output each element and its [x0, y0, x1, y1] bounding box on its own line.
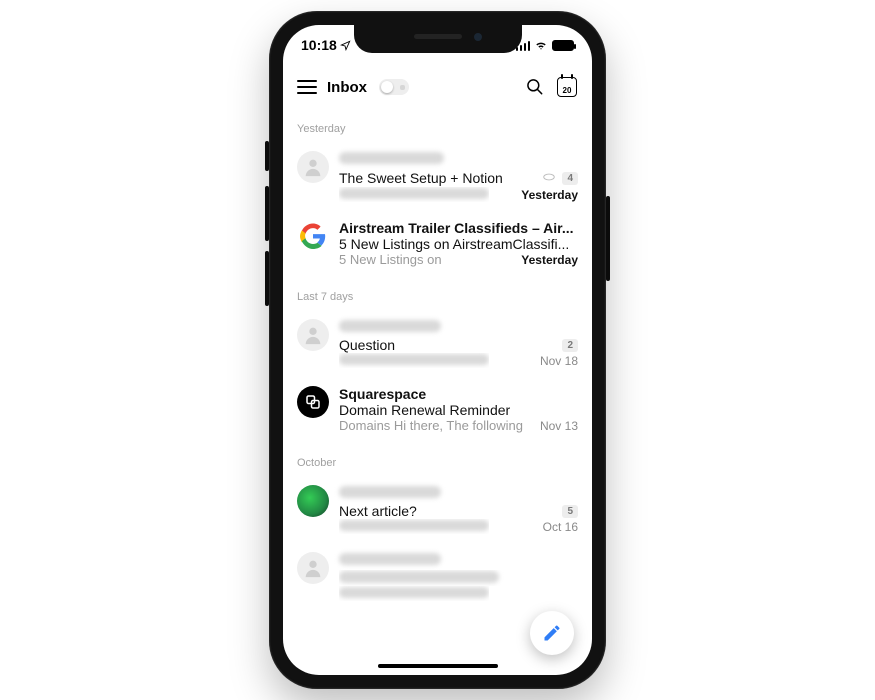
- search-button[interactable]: [524, 76, 546, 98]
- email-sender: Squarespace: [339, 386, 578, 402]
- volume-up-button: [265, 186, 269, 241]
- power-button: [606, 196, 610, 281]
- avatar: [297, 220, 329, 252]
- attachment-icon: [542, 169, 556, 187]
- status-time: 10:18: [301, 37, 337, 53]
- avatar: [297, 151, 329, 183]
- email-preview: 5 New Listings on: [339, 252, 442, 267]
- inbox-title: Inbox: [327, 79, 367, 96]
- email-row[interactable]: Question 2 Nov 18: [283, 311, 592, 378]
- section-header: October: [283, 443, 592, 477]
- email-date: Nov 13: [540, 419, 578, 433]
- battery-icon: [552, 40, 574, 51]
- section-header: Yesterday: [283, 109, 592, 143]
- email-row[interactable]: [283, 544, 592, 611]
- calendar-button[interactable]: 20: [556, 76, 578, 98]
- email-preview: Domains Hi there, The following: [339, 418, 523, 433]
- email-list[interactable]: Yesterday The Sweet Setup + Notion 4 Yester…: [283, 109, 592, 675]
- location-icon: [340, 40, 351, 51]
- email-date: Nov 18: [540, 354, 578, 368]
- email-subject: [339, 570, 578, 586]
- email-subject: 5 New Listings on AirstreamClassifi...: [339, 236, 578, 252]
- email-date: Yesterday: [521, 188, 578, 202]
- thread-count-badge: 4: [562, 172, 578, 185]
- screen: 10:18 Inbox 20 Yeste: [283, 25, 592, 675]
- compose-icon: [542, 623, 562, 643]
- notch: [354, 25, 522, 53]
- app-bar: Inbox 20: [283, 65, 592, 109]
- thread-count-badge: 2: [562, 339, 578, 352]
- phone-frame: 10:18 Inbox 20 Yeste: [269, 11, 606, 689]
- email-sender: [339, 151, 578, 169]
- email-subject: Question: [339, 337, 556, 353]
- email-sender: [339, 319, 578, 337]
- email-date: Yesterday: [521, 253, 578, 267]
- email-preview: [339, 519, 489, 534]
- email-sender: [339, 552, 578, 570]
- email-preview: [339, 353, 489, 368]
- avatar: [297, 319, 329, 351]
- email-sender: Airstream Trailer Classifieds – Air...: [339, 220, 578, 236]
- volume-down-button: [265, 251, 269, 306]
- email-row[interactable]: Airstream Trailer Classifieds – Air...5 …: [283, 212, 592, 277]
- home-indicator[interactable]: [378, 664, 498, 668]
- search-icon: [525, 77, 545, 97]
- email-sender: [339, 485, 578, 503]
- thread-count-badge: 5: [562, 505, 578, 518]
- avatar: [297, 386, 329, 418]
- email-subject: Next article?: [339, 503, 556, 519]
- email-row[interactable]: The Sweet Setup + Notion 4 Yesterday: [283, 143, 592, 212]
- focus-toggle[interactable]: [379, 79, 409, 95]
- email-preview: [339, 586, 489, 601]
- compose-button[interactable]: [530, 611, 574, 655]
- email-row[interactable]: Next article? 5 Oct 16: [283, 477, 592, 544]
- calendar-icon: 20: [557, 77, 577, 97]
- section-header: Last 7 days: [283, 277, 592, 311]
- menu-button[interactable]: [297, 80, 317, 94]
- email-row[interactable]: SquarespaceDomain Renewal ReminderDomain…: [283, 378, 592, 443]
- avatar: [297, 485, 329, 517]
- mute-switch: [265, 141, 269, 171]
- wifi-icon: [534, 38, 548, 52]
- email-preview: [339, 187, 489, 202]
- avatar: [297, 552, 329, 584]
- email-subject: The Sweet Setup + Notion: [339, 170, 536, 186]
- email-subject: Domain Renewal Reminder: [339, 402, 578, 418]
- email-date: Oct 16: [543, 520, 578, 534]
